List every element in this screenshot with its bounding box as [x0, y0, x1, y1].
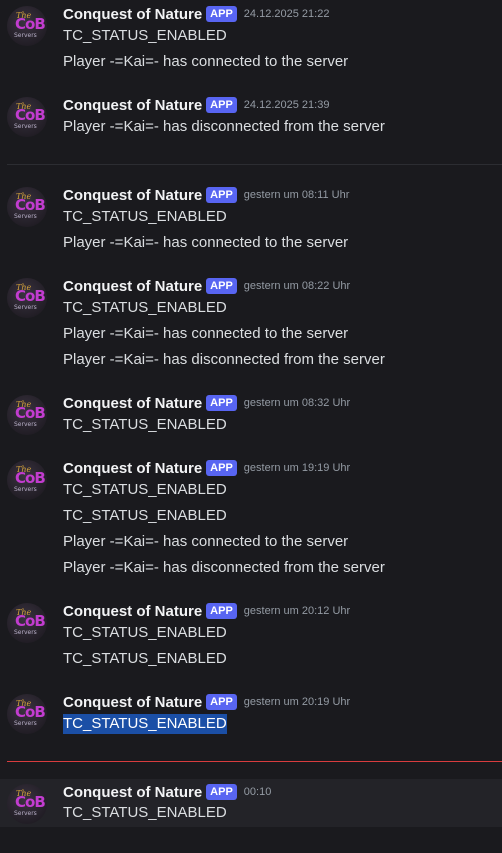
timestamp[interactable]: 00:10 [244, 786, 272, 798]
app-badge: APP [206, 603, 237, 619]
timestamp[interactable]: gestern um 20:19 Uhr [244, 696, 350, 708]
timestamp[interactable]: gestern um 20:12 Uhr [244, 605, 350, 617]
message-text[interactable]: TC_STATUS_ENABLED [63, 623, 227, 643]
timestamp[interactable]: gestern um 19:19 Uhr [244, 462, 350, 474]
avatar[interactable]: The CoB Servers [7, 278, 47, 318]
avatar[interactable]: The CoB Servers [7, 694, 47, 734]
avatar-logo-text: Servers [14, 720, 37, 727]
avatar-logo-text: Servers [14, 123, 37, 130]
message-header: Conquest of Nature APP 24.12.2025 21:39 [63, 95, 329, 115]
message-text[interactable]: TC_STATUS_ENABLED [63, 480, 227, 500]
message-text[interactable]: TC_STATUS_ENABLED [63, 207, 227, 227]
app-badge: APP [206, 278, 237, 294]
author-name[interactable]: Conquest of Nature [63, 460, 202, 477]
message-text[interactable]: Player -=Kai=- has connected to the serv… [63, 52, 348, 72]
author-name[interactable]: Conquest of Nature [63, 395, 202, 412]
app-badge: APP [206, 395, 237, 411]
message-text[interactable]: TC_STATUS_ENABLED [63, 714, 227, 734]
avatar-logo-text: Servers [14, 32, 37, 39]
avatar-logo-text: CoB [15, 469, 46, 487]
message-text[interactable]: Player -=Kai=- has disconnected from the… [63, 117, 385, 137]
timestamp[interactable]: gestern um 08:22 Uhr [244, 280, 350, 292]
avatar[interactable]: The CoB Servers [7, 97, 47, 137]
author-name[interactable]: Conquest of Nature [63, 6, 202, 23]
avatar-logo-text: Servers [14, 629, 37, 636]
avatar-logo-text: Servers [14, 213, 37, 220]
avatar[interactable]: The CoB Servers [7, 784, 47, 824]
avatar-logo-text: Servers [14, 421, 37, 428]
author-name[interactable]: Conquest of Nature [63, 187, 202, 204]
message-text[interactable]: Player -=Kai=- has disconnected from the… [63, 558, 385, 578]
message-group[interactable]: The CoB Servers Conquest of Nature APP 00:10 T… [0, 779, 502, 827]
avatar-logo-text: CoB [15, 703, 46, 721]
avatar-logo-text: CoB [15, 287, 46, 305]
avatar[interactable]: The CoB Servers [7, 187, 47, 227]
timestamp[interactable]: gestern um 08:11 Uhr [244, 189, 350, 201]
message-text[interactable]: Player -=Kai=- has connected to the serv… [63, 532, 348, 552]
new-messages-divider [7, 761, 502, 762]
avatar[interactable]: The CoB Servers [7, 460, 47, 500]
message-header: Conquest of Nature APP gestern um 19:19 Uh… [63, 458, 350, 478]
avatar-logo-text: CoB [15, 196, 46, 214]
message-text[interactable]: TC_STATUS_ENABLED [63, 649, 227, 669]
avatar-logo-text: Servers [14, 486, 37, 493]
app-badge: APP [206, 97, 237, 113]
message-header: Conquest of Nature APP 24.12.2025 21:22 [63, 4, 329, 24]
message-text[interactable]: TC_STATUS_ENABLED [63, 415, 227, 435]
timestamp[interactable]: 24.12.2025 21:22 [244, 8, 330, 20]
avatar-logo-text: Servers [14, 810, 37, 817]
message-group[interactable]: The CoB Servers Conquest of Nature APP 24.12.… [0, 4, 502, 80]
day-divider [7, 164, 502, 165]
avatar-logo-text: CoB [15, 15, 46, 33]
message-group[interactable]: The CoB Servers Conquest of Nature APP gester… [0, 276, 502, 378]
message-text[interactable]: TC_STATUS_ENABLED [63, 26, 227, 46]
message-header: Conquest of Nature APP gestern um 08:32 Uh… [63, 393, 350, 413]
message-group[interactable]: The CoB Servers Conquest of Nature APP gester… [0, 393, 502, 443]
message-group[interactable]: The CoB Servers Conquest of Nature APP gester… [0, 692, 502, 742]
author-name[interactable]: Conquest of Nature [63, 694, 202, 711]
message-text[interactable]: TC_STATUS_ENABLED [63, 803, 227, 823]
avatar-logo-text: Servers [14, 304, 37, 311]
message-header: Conquest of Nature APP gestern um 20:19 Uh… [63, 692, 350, 712]
message-group[interactable]: The CoB Servers Conquest of Nature APP gester… [0, 458, 502, 586]
chat-message-list[interactable]: The CoB Servers Conquest of Nature APP 24.12.… [0, 0, 502, 853]
author-name[interactable]: Conquest of Nature [63, 278, 202, 295]
app-badge: APP [206, 187, 237, 203]
timestamp[interactable]: gestern um 08:32 Uhr [244, 397, 350, 409]
app-badge: APP [206, 694, 237, 710]
author-name[interactable]: Conquest of Nature [63, 603, 202, 620]
avatar[interactable]: The CoB Servers [7, 395, 47, 435]
message-text[interactable]: TC_STATUS_ENABLED [63, 506, 227, 526]
avatar-logo-text: CoB [15, 793, 46, 811]
avatar-logo-text: CoB [15, 106, 46, 124]
message-header: Conquest of Nature APP gestern um 08:11 Uh… [63, 185, 349, 205]
avatar-logo-text: CoB [15, 612, 46, 630]
avatar[interactable]: The CoB Servers [7, 603, 47, 643]
avatar-logo-text: CoB [15, 404, 46, 422]
message-text[interactable]: Player -=Kai=- has connected to the serv… [63, 233, 348, 253]
app-badge: APP [206, 460, 237, 476]
message-header: Conquest of Nature APP gestern um 08:22 Uh… [63, 276, 350, 296]
app-badge: APP [206, 6, 237, 22]
message-text[interactable]: Player -=Kai=- has connected to the serv… [63, 324, 348, 344]
message-text[interactable]: Player -=Kai=- has disconnected from the… [63, 350, 385, 370]
app-badge: APP [206, 784, 237, 800]
message-header: Conquest of Nature APP gestern um 20:12 Uh… [63, 601, 350, 621]
message-group[interactable]: The CoB Servers Conquest of Nature APP gester… [0, 185, 502, 261]
author-name[interactable]: Conquest of Nature [63, 784, 202, 801]
message-text[interactable]: TC_STATUS_ENABLED [63, 298, 227, 318]
message-group[interactable]: The CoB Servers Conquest of Nature APP gester… [0, 601, 502, 677]
message-header: Conquest of Nature APP 00:10 [63, 782, 271, 802]
message-group[interactable]: The CoB Servers Conquest of Nature APP 24.12.… [0, 95, 502, 145]
avatar[interactable]: The CoB Servers [7, 6, 47, 46]
author-name[interactable]: Conquest of Nature [63, 97, 202, 114]
timestamp[interactable]: 24.12.2025 21:39 [244, 99, 330, 111]
